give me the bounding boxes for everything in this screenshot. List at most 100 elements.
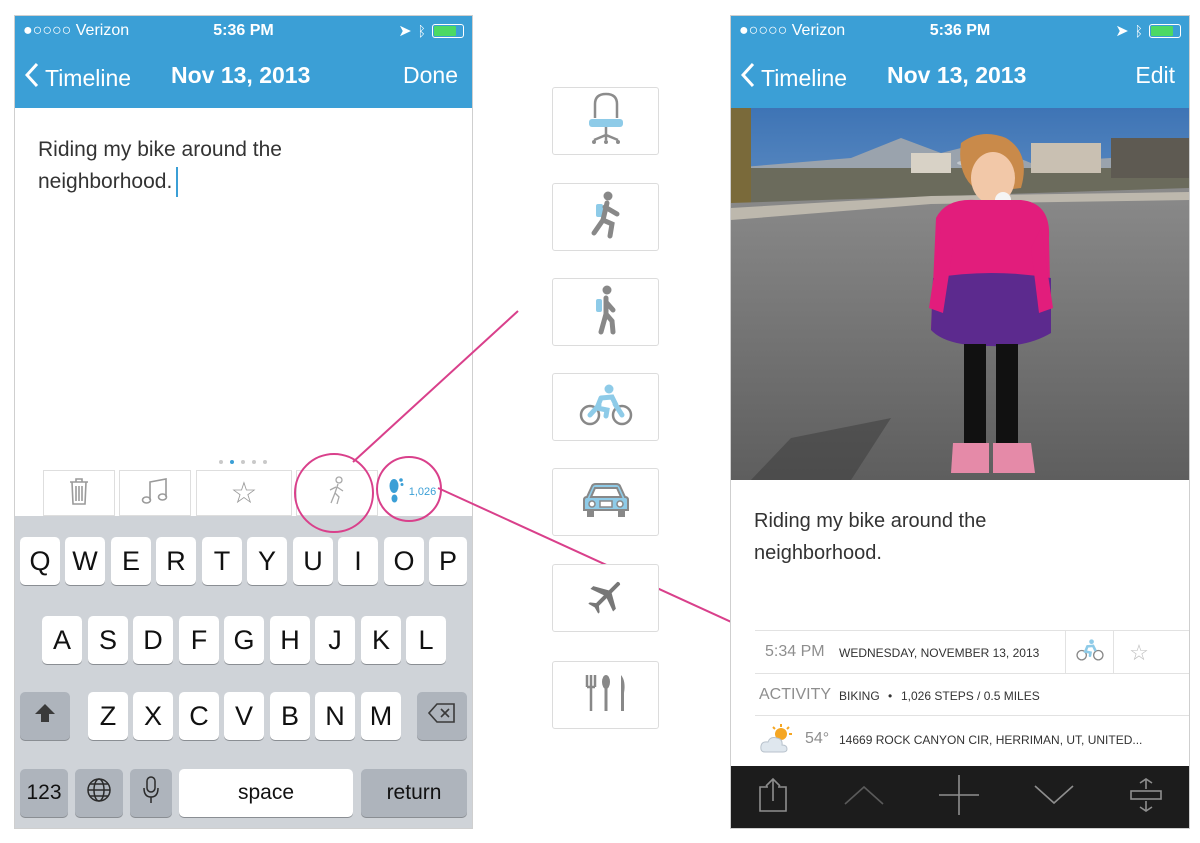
star-icon: ☆	[230, 476, 258, 510]
left-phone-screen: ●○○○○ Verizon 5:36 PM ➤ ᛒ Timeline Nov 1…	[14, 15, 473, 829]
trash-icon	[68, 476, 90, 511]
key-y[interactable]: Y	[247, 537, 287, 585]
activity-stationary-tile[interactable]	[552, 87, 659, 155]
entry-text: Riding my bike around the neighborhood.	[754, 505, 986, 569]
key-k[interactable]: K	[361, 616, 401, 664]
key-f[interactable]: F	[179, 616, 219, 664]
key-g[interactable]: G	[224, 616, 264, 664]
return-key[interactable]: return	[361, 769, 467, 817]
entry-date: WEDNESDAY, NOVEMBER 13, 2013	[839, 646, 1040, 660]
next-entry-button[interactable]	[1033, 784, 1075, 811]
key-o[interactable]: O	[384, 537, 424, 585]
activity-value: BIKING	[839, 689, 880, 703]
bluetooth-icon: ᛒ	[417, 23, 426, 39]
back-button[interactable]: Timeline	[24, 62, 132, 94]
back-label: Timeline	[45, 64, 132, 91]
status-bar: ●○○○○ Verizon 5:36 PM ➤ ᛒ	[15, 16, 472, 46]
chevron-down-icon	[1033, 784, 1075, 810]
music-button[interactable]	[119, 470, 191, 516]
key-m[interactable]: M	[361, 692, 401, 740]
chevron-left-icon	[24, 62, 39, 94]
shift-key[interactable]	[20, 692, 70, 740]
expand-collapse-icon	[1129, 777, 1162, 816]
key-v[interactable]: V	[224, 692, 264, 740]
key-z[interactable]: Z	[88, 692, 128, 740]
key-a[interactable]: A	[42, 616, 82, 664]
activity-callout-ring	[294, 453, 374, 533]
key-t[interactable]: T	[202, 537, 242, 585]
share-button[interactable]	[758, 777, 788, 818]
activity-indicator[interactable]	[1065, 631, 1114, 674]
back-button[interactable]: Timeline	[740, 62, 848, 94]
key-s[interactable]: S	[88, 616, 128, 664]
key-c[interactable]: C	[179, 692, 219, 740]
numbers-key[interactable]: 123	[20, 769, 68, 817]
weather-location-row: 54° 14669 ROCK CANYON CIR, HERRIMAN, UT,…	[755, 715, 1189, 766]
key-n[interactable]: N	[315, 692, 355, 740]
activity-eating-tile[interactable]	[552, 661, 659, 729]
activity-row: ACTIVITY BIKING • 1,026 STEPS / 0.5 MILE…	[755, 673, 1189, 716]
partly-cloudy-icon	[759, 724, 795, 761]
trash-button[interactable]	[43, 470, 115, 516]
bottom-toolbar	[731, 766, 1189, 828]
entry-photo[interactable]	[731, 108, 1189, 480]
activity-label: ACTIVITY	[759, 686, 832, 703]
page-title: Nov 13, 2013	[887, 62, 1027, 88]
key-l[interactable]: L	[406, 616, 446, 664]
key-u[interactable]: U	[293, 537, 333, 585]
airplane-icon	[586, 576, 626, 621]
location-text[interactable]: 14669 ROCK CANYON CIR, HERRIMAN, UT, UNI…	[839, 733, 1142, 747]
key-q[interactable]: Q	[20, 537, 60, 585]
key-j[interactable]: J	[315, 616, 355, 664]
key-p[interactable]: P	[429, 537, 467, 585]
music-icon	[140, 476, 170, 511]
delete-key[interactable]	[417, 692, 467, 740]
right-phone-screen: ●○○○○ Verizon 5:36 PM ➤ ᛒ Timeline Nov 1…	[730, 15, 1190, 829]
globe-icon	[86, 777, 112, 809]
key-b[interactable]: B	[270, 692, 310, 740]
space-key[interactable]: space	[179, 769, 353, 817]
location-icon: ➤	[1115, 23, 1129, 40]
datetime-row: 5:34 PM WEDNESDAY, NOVEMBER 13, 2013 ☆	[755, 630, 1189, 674]
backspace-icon	[427, 703, 456, 729]
note-line: neighborhood.	[754, 542, 882, 564]
activity-automotive-tile[interactable]	[552, 468, 659, 536]
activity-detail: 1,026 STEPS / 0.5 MILES	[901, 689, 1040, 703]
share-icon	[758, 777, 788, 817]
chevron-up-icon	[843, 785, 885, 810]
key-h[interactable]: H	[270, 616, 310, 664]
note-text-editor[interactable]: Riding my bike around the neighborhood.	[38, 134, 282, 198]
dictation-key[interactable]	[130, 769, 172, 817]
key-r[interactable]: R	[156, 537, 196, 585]
star-icon: ☆	[1129, 639, 1149, 665]
done-button[interactable]: Done	[403, 62, 458, 89]
battery-icon	[432, 24, 464, 38]
temperature: 54°	[805, 730, 830, 747]
expand-button[interactable]	[1129, 777, 1162, 817]
key-w[interactable]: W	[65, 537, 105, 585]
page-indicator	[219, 460, 267, 464]
favorite-button[interactable]: ☆	[196, 470, 292, 516]
add-entry-button[interactable]	[938, 774, 979, 820]
activity-walking-tile[interactable]	[552, 278, 659, 346]
activity-flying-tile[interactable]	[552, 564, 659, 632]
edit-button[interactable]: Edit	[1135, 62, 1175, 89]
entry-time: 5:34 PM	[765, 643, 825, 660]
plus-icon	[938, 774, 979, 819]
fork-knife-icon	[584, 673, 628, 718]
walking-person-icon	[591, 285, 621, 340]
activity-running-tile[interactable]	[552, 183, 659, 251]
key-i[interactable]: I	[338, 537, 378, 585]
microphone-icon	[142, 776, 160, 810]
back-label: Timeline	[761, 64, 848, 91]
office-chair-icon	[584, 92, 628, 151]
globe-key[interactable]	[75, 769, 123, 817]
key-x[interactable]: X	[133, 692, 173, 740]
status-bar: ●○○○○ Verizon 5:36 PM ➤ ᛒ	[731, 16, 1189, 46]
key-e[interactable]: E	[111, 537, 151, 585]
activity-biking-tile[interactable]	[552, 373, 659, 441]
nav-bar: Timeline Nov 13, 2013 Done	[15, 46, 472, 108]
favorite-toggle[interactable]: ☆	[1113, 631, 1164, 674]
key-d[interactable]: D	[133, 616, 173, 664]
previous-entry-button[interactable]	[843, 784, 885, 811]
